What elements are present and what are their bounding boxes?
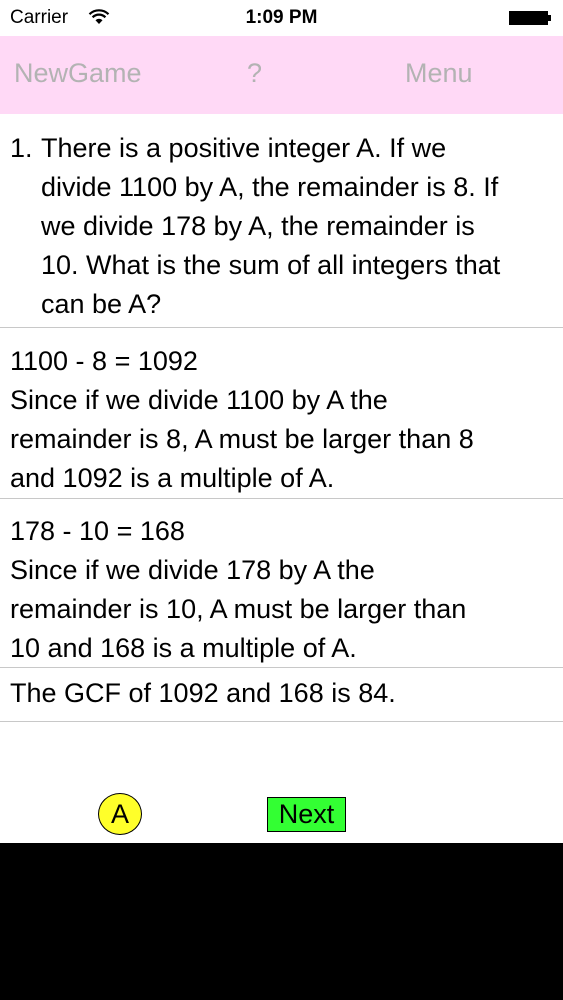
nav-bar: NewGame ? Menu <box>0 36 563 114</box>
next-button[interactable]: Next <box>267 797 346 832</box>
step-line: remainder is 10, A must be larger than <box>10 594 467 624</box>
step-line: and 1092 is a multiple of A. <box>10 463 335 493</box>
question-line: There is a positive integer A. If we <box>41 133 447 163</box>
question-line: 10. What is the sum of all integers that <box>41 250 501 280</box>
new-game-button[interactable]: NewGame <box>14 58 142 89</box>
step-line: remainder is 8, A must be larger than 8 <box>10 424 474 454</box>
menu-button[interactable]: Menu <box>405 58 473 89</box>
step-line: Since if we divide 178 by A the <box>10 555 375 585</box>
step-line: 178 - 10 = 168 <box>10 516 185 546</box>
question-number: 1. <box>10 133 33 163</box>
step-line: Since if we divide 1100 by A the <box>10 385 388 415</box>
solution-step-cell: The GCF of 1092 and 168 is 84. <box>0 668 563 722</box>
question-text: There is a positive integer A. If we div… <box>41 129 549 324</box>
question-line: we divide 178 by A, the remainder is <box>41 211 475 241</box>
step-line: 1100 - 8 = 1092 <box>10 346 198 376</box>
question-cell: 1. There is a positive integer A. If we … <box>0 114 563 328</box>
status-time: 1:09 PM <box>245 7 318 28</box>
solution-list: 1. There is a positive integer A. If we … <box>0 114 563 722</box>
battery-icon <box>509 11 551 25</box>
solution-step-cell: 1100 - 8 = 1092 Since if we divide 1100 … <box>0 328 563 499</box>
status-bar: Carrier 1:09 PM <box>0 0 563 36</box>
question-line: can be A? <box>41 289 162 319</box>
step-line: The GCF of 1092 and 168 is 84. <box>10 678 396 708</box>
question-line: divide 1100 by A, the remainder is 8. If <box>41 172 499 202</box>
solution-step-cell: 178 - 10 = 168 Since if we divide 178 by… <box>0 499 563 668</box>
step-line: 10 and 168 is a multiple of A. <box>10 633 357 663</box>
app-screen: Carrier 1:09 PM NewGame ? Menu 1. There … <box>0 0 563 843</box>
help-button[interactable]: ? <box>247 58 262 89</box>
answer-button[interactable]: A <box>98 793 142 835</box>
